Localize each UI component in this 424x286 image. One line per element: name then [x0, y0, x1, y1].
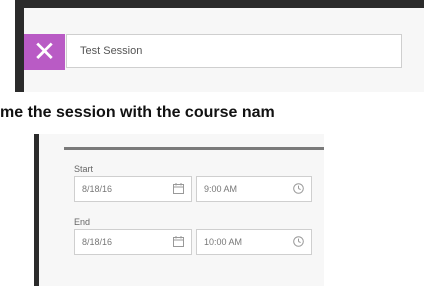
start-label: Start	[74, 164, 94, 174]
end-time-value: 10:00 AM	[204, 237, 243, 247]
start-date-value: 8/18/16	[82, 184, 113, 194]
clock-icon[interactable]	[293, 236, 304, 247]
clock-icon[interactable]	[293, 183, 304, 194]
end-date-field[interactable]: 8/18/16	[74, 229, 192, 255]
start-date-field[interactable]: 8/18/16	[74, 176, 192, 202]
header-bar	[15, 0, 424, 8]
end-time-field[interactable]: 10:00 AM	[196, 229, 312, 255]
panel-edge	[15, 0, 24, 92]
session-name-panel: ✕ Test Session	[15, 0, 424, 92]
start-time-value: 9:00 AM	[204, 184, 238, 194]
calendar-icon[interactable]	[173, 183, 184, 194]
close-button[interactable]: ✕	[24, 34, 65, 70]
session-name-input[interactable]: Test Session	[66, 34, 402, 68]
end-date-value: 8/18/16	[82, 237, 113, 247]
section-divider	[64, 147, 324, 150]
end-label: End	[74, 217, 91, 227]
instruction-caption: me the session with the course nam	[0, 104, 275, 121]
panel-edge	[34, 134, 39, 286]
close-icon: ✕	[32, 36, 57, 67]
start-time-field[interactable]: 9:00 AM	[196, 176, 312, 202]
calendar-icon[interactable]	[173, 236, 184, 247]
schedule-panel: Start 8/18/16 9:00 AM End 8/18/16 10:00 …	[34, 134, 324, 286]
